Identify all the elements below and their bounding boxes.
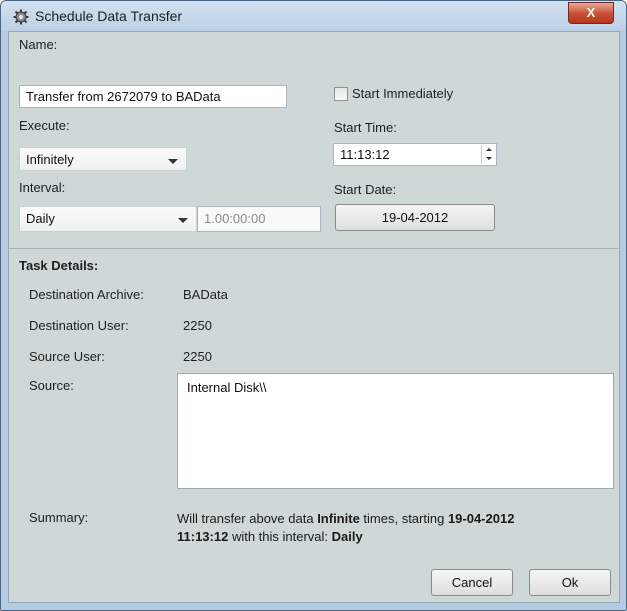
destination-archive-value: BAData [183,287,228,302]
spin-down-button[interactable] [482,155,496,164]
spin-up-button[interactable] [482,145,496,154]
start-date-button[interactable]: 19-04-2012 [335,204,495,231]
start-time-spinner[interactable] [481,145,496,164]
start-immediately-checkbox[interactable] [334,87,348,101]
interval-label: Interval: [19,180,66,195]
name-label: Name: [19,37,58,52]
summary-part: with this interval: [228,529,332,544]
execute-label: Execute: [19,118,70,133]
start-time-input[interactable]: 11:13:12 [333,143,497,166]
source-user-value: 2250 [183,349,212,364]
close-icon: X [586,5,596,20]
ok-button[interactable]: Ok [529,569,611,596]
name-input[interactable]: Transfer from 2672079 to BAData [19,85,287,108]
summary-label: Summary: [29,510,89,525]
chevron-down-icon [486,157,492,160]
start-time-label: Start Time: [334,120,397,135]
chevron-up-icon [486,148,492,151]
separator [9,248,619,249]
chevron-down-icon [178,218,188,223]
summary-text: Will transfer above data Infinite times,… [177,510,607,546]
start-immediately-label[interactable]: Start Immediately [352,86,453,101]
destination-archive-label: Destination Archive: [29,287,144,302]
summary-part: Will transfer above data [177,511,318,526]
gear-icon [13,9,29,25]
summary-date: 19-04-2012 [447,511,515,526]
summary-interval: Daily [331,529,363,544]
dialog-body: Name: Transfer from 2672079 to BAData St… [8,31,620,603]
start-time-value: 11:13:12 [340,147,390,162]
chevron-down-icon [168,159,178,164]
interval-select-value: Daily [26,211,55,226]
cancel-button[interactable]: Cancel [431,569,513,596]
source-user-label: Source User: [29,349,105,364]
title-bar[interactable]: Schedule Data Transfer X [1,1,626,31]
summary-times: Infinite [317,511,360,526]
execute-select[interactable]: Infinitely [19,147,187,171]
execute-select-value: Infinitely [26,152,74,167]
summary-part: times, starting [359,511,448,526]
task-details-heading: Task Details: [19,258,99,273]
destination-user-label: Destination User: [29,318,129,333]
close-button[interactable]: X [568,2,614,24]
dialog-window: Schedule Data Transfer X Name: Transfer … [0,0,627,611]
source-label: Source: [29,378,74,393]
summary-time: 11:13:12 [177,529,229,544]
interval-select[interactable]: Daily [19,206,197,232]
source-textarea[interactable]: Internal Disk\\ [177,373,614,489]
window-title: Schedule Data Transfer [35,8,183,24]
destination-user-value: 2250 [183,318,212,333]
start-date-label: Start Date: [334,182,397,197]
interval-duration-input: 1.00:00:00 [197,206,321,232]
